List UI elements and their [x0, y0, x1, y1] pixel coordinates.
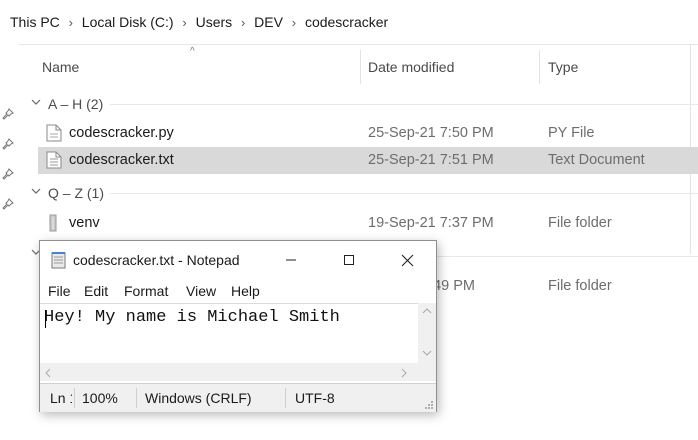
status-line-col: Ln 1 — [50, 390, 72, 406]
file-type: File folder — [548, 278, 612, 294]
column-divider[interactable] — [360, 50, 361, 84]
breadcrumb-users[interactable]: Users — [192, 14, 237, 30]
pin-icon[interactable] — [2, 198, 14, 210]
maximize-icon — [344, 255, 354, 265]
column-header-date[interactable]: Date modified — [368, 44, 454, 90]
scroll-down-icon[interactable] — [422, 349, 432, 357]
maximize-button[interactable] — [320, 241, 378, 279]
text-file-icon — [46, 151, 62, 169]
close-icon — [401, 254, 413, 266]
resize-grip-icon[interactable] — [424, 400, 434, 410]
scroll-up-icon[interactable] — [422, 307, 432, 315]
chevron-right-icon[interactable]: › — [64, 15, 78, 30]
status-zoom: 100% — [82, 390, 118, 406]
column-divider[interactable] — [539, 50, 540, 84]
breadcrumb-codescracker[interactable]: codescracker — [301, 14, 392, 30]
group-header-q-z[interactable]: Q – Z (1) — [18, 181, 698, 207]
group-divider — [110, 104, 698, 105]
window-title: codescracker.txt - Notepad — [73, 252, 240, 268]
vertical-scrollbar[interactable] — [418, 303, 436, 365]
status-divider — [136, 388, 137, 408]
horizontal-scrollbar[interactable] — [40, 363, 418, 381]
text-caret — [45, 310, 46, 328]
breadcrumb-local-disk[interactable]: Local Disk (C:) — [78, 14, 178, 30]
address-breadcrumb: This PC › Local Disk (C:) › Users › DEV … — [0, 0, 698, 45]
file-type: PY File — [548, 125, 595, 141]
group-divider — [437, 256, 698, 257]
file-date: 25-Sep-21 7:50 PM — [368, 125, 494, 141]
folder-icon — [49, 214, 57, 232]
group-label: A – H (2) — [48, 96, 104, 112]
column-header-type[interactable]: Type — [548, 44, 578, 90]
chevron-down-icon[interactable] — [30, 185, 42, 197]
close-button[interactable] — [378, 241, 436, 279]
sort-ascending-icon: ^ — [190, 46, 195, 57]
column-header-bar: ^ Name Date modified Type — [18, 44, 698, 90]
minimize-icon — [286, 259, 296, 261]
chevron-right-icon[interactable]: › — [178, 15, 192, 30]
menu-help[interactable]: Help — [231, 283, 260, 299]
pin-icon[interactable] — [2, 168, 14, 180]
menu-view[interactable]: View — [186, 283, 216, 299]
pin-icon[interactable] — [2, 138, 14, 150]
status-line-ending: Windows (CRLF) — [145, 390, 252, 406]
document-content[interactable]: Hey! My name is Michael Smith — [44, 308, 340, 327]
file-date: 25-Sep-21 7:51 PM — [368, 152, 494, 168]
py-file-icon — [46, 124, 62, 142]
group-label: Q – Z (1) — [48, 185, 105, 201]
chevron-right-icon[interactable]: › — [236, 15, 250, 30]
group-divider — [110, 193, 698, 194]
file-type: File folder — [548, 215, 612, 231]
file-type: Text Document — [548, 152, 645, 168]
navigation-pane-edge — [0, 44, 18, 440]
notepad-window[interactable]: codescracker.txt - Notepad File Edit For… — [39, 240, 437, 412]
file-name: venv — [69, 215, 100, 231]
status-encoding: UTF-8 — [295, 390, 335, 406]
menu-format[interactable]: Format — [124, 283, 168, 299]
group-header-a-h[interactable]: A – H (2) — [18, 92, 698, 118]
notepad-menu-bar: File Edit Format View Help — [40, 279, 436, 303]
notepad-app-icon — [51, 252, 66, 269]
file-date: 19-Sep-21 7:37 PM — [368, 215, 494, 231]
scroll-right-icon[interactable] — [400, 368, 408, 378]
file-name: codescracker.txt — [69, 152, 174, 168]
status-divider — [74, 388, 75, 408]
notepad-title-bar[interactable]: codescracker.txt - Notepad — [40, 241, 436, 279]
file-name: codescracker.py — [69, 125, 174, 141]
file-row-codescracker-txt[interactable]: codescracker.txt 25-Sep-21 7:51 PM Text … — [38, 147, 698, 174]
chevron-right-icon[interactable]: › — [287, 15, 301, 30]
menu-edit[interactable]: Edit — [84, 283, 108, 299]
chevron-down-icon[interactable] — [30, 96, 42, 108]
scroll-corner — [418, 363, 436, 381]
file-row-venv[interactable]: venv 19-Sep-21 7:37 PM File folder — [38, 210, 698, 237]
file-row-codescracker-py[interactable]: codescracker.py 25-Sep-21 7:50 PM PY Fil… — [38, 120, 698, 147]
breadcrumb-dev[interactable]: DEV — [250, 14, 287, 30]
scroll-left-icon[interactable] — [44, 368, 52, 378]
column-header-name[interactable]: Name — [42, 44, 79, 90]
pin-icon[interactable] — [2, 108, 14, 120]
minimize-button[interactable] — [262, 241, 320, 279]
notepad-status-bar: Ln 1 100% Windows (CRLF) UTF-8 — [40, 383, 436, 412]
breadcrumb-this-pc[interactable]: This PC — [0, 14, 64, 30]
menu-file[interactable]: File — [48, 283, 71, 299]
status-divider — [285, 388, 286, 408]
